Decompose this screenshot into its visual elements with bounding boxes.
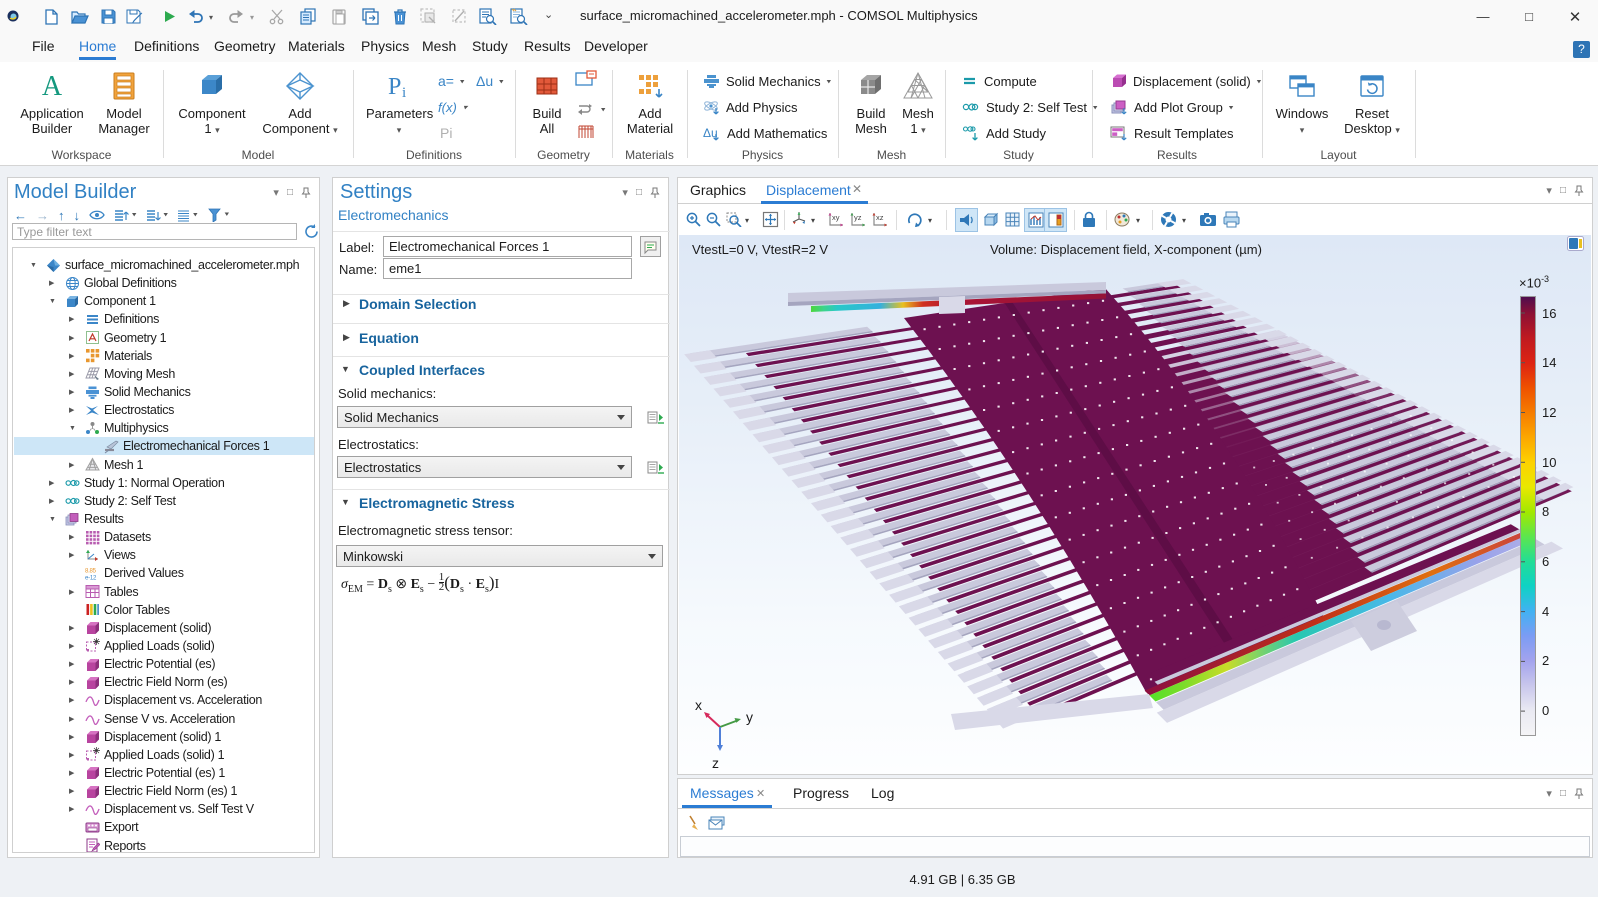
svg-text:z: z	[712, 755, 719, 771]
svg-text:8.85: 8.85	[85, 567, 97, 574]
svg-text:x: x	[695, 697, 702, 713]
svg-text:e-12: e-12	[85, 574, 97, 580]
svg-text:i: i	[402, 85, 406, 101]
svg-text:xz: xz	[876, 213, 884, 222]
svg-text:yz: yz	[854, 213, 862, 222]
svg-text:A: A	[42, 71, 63, 101]
svg-text:P: P	[388, 74, 401, 100]
svg-text:xy: xy	[832, 213, 840, 222]
svg-text:y: y	[746, 709, 753, 725]
